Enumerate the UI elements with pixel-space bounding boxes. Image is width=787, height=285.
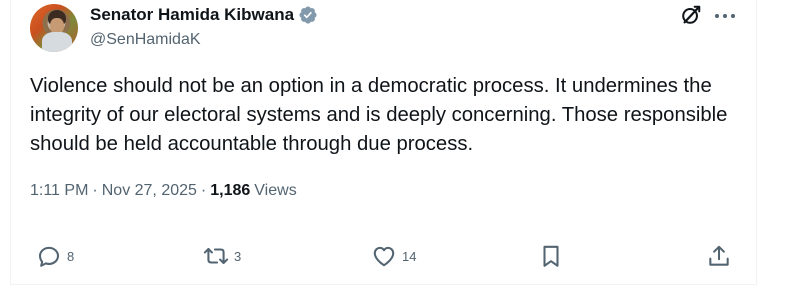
bookmark-icon bbox=[543, 245, 559, 267]
views-count[interactable]: 1,186 bbox=[210, 182, 250, 200]
tweet-date[interactable]: Nov 27, 2025 bbox=[102, 182, 197, 200]
tweet-actions: 8 3 14 bbox=[0, 243, 787, 269]
author-name-row: Senator Hamida Kibwana bbox=[90, 5, 318, 25]
author-name[interactable]: Senator Hamida Kibwana bbox=[90, 5, 294, 25]
like-button[interactable]: 14 bbox=[371, 243, 416, 269]
tweet-meta: 1:11 PM · Nov 27, 2025 · 1,186 Views bbox=[30, 182, 297, 200]
verified-badge-icon bbox=[299, 6, 317, 24]
bookmark-button[interactable] bbox=[538, 243, 564, 269]
retweet-button[interactable]: 3 bbox=[203, 243, 241, 269]
reply-icon bbox=[38, 246, 60, 267]
author-handle[interactable]: @SenHamidaK bbox=[90, 31, 201, 49]
retweet-count: 3 bbox=[234, 248, 242, 264]
share-icon bbox=[709, 245, 729, 266]
reply-count: 8 bbox=[67, 248, 75, 264]
tweet-text: Violence should not be an option in a de… bbox=[30, 75, 728, 155]
grok-icon[interactable] bbox=[680, 4, 702, 26]
meta-separator: · bbox=[92, 182, 98, 199]
tweet-time[interactable]: 1:11 PM bbox=[30, 182, 88, 200]
retweet-icon bbox=[203, 247, 229, 265]
like-icon bbox=[373, 246, 395, 267]
share-button[interactable] bbox=[706, 243, 732, 269]
avatar[interactable] bbox=[30, 4, 78, 52]
views-label[interactable]: Views bbox=[254, 182, 296, 200]
reply-button[interactable]: 8 bbox=[36, 243, 74, 269]
like-count: 14 bbox=[402, 248, 417, 264]
meta-separator: · bbox=[200, 182, 207, 199]
more-icon[interactable] bbox=[714, 12, 736, 20]
